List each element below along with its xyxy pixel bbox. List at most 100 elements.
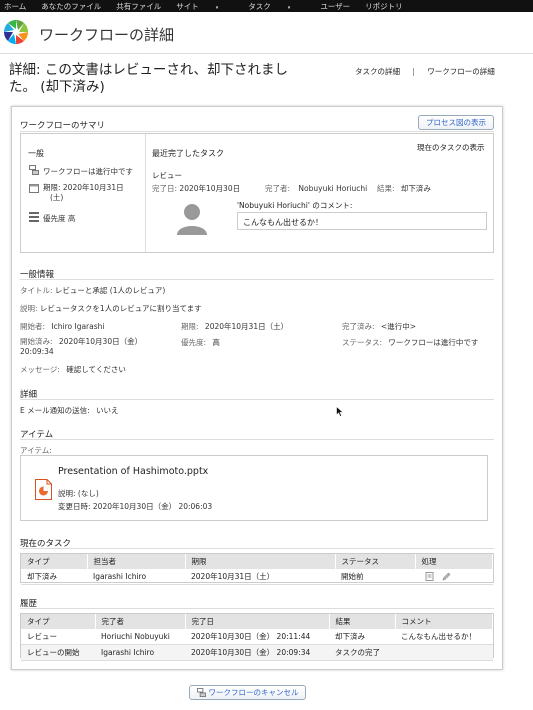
email-value: いいえ	[96, 406, 119, 415]
page-title-line-1: 詳細: この文書はレビューされ、却下されまし	[9, 62, 288, 78]
due-date-weekday: (土)	[50, 193, 64, 202]
task-details-link[interactable]: タスクの詳細	[355, 67, 400, 76]
priority-label: 優先度:	[181, 338, 207, 347]
edit-pencil-icon[interactable]	[442, 572, 451, 581]
column-header-completer[interactable]: 完了者	[95, 614, 186, 629]
info-status-row: ステータス: ワークフローは進行中です	[342, 337, 478, 348]
page-title-line-2: た。 (却下済み)	[9, 79, 105, 95]
cell-due: 2020年10月31日（土）	[185, 569, 335, 585]
item-file-name[interactable]: Presentation of Hashimoto.pptx	[58, 466, 208, 477]
workflow-detail-panel: ワークフローのサマリ プロセス図の表示 一般 ワークフローは進行中です 期限: …	[11, 106, 503, 670]
nav-my-files[interactable]: あなたのファイル	[41, 1, 101, 12]
page-header: ワークフローの詳細	[0, 12, 533, 54]
completed-value: 2020年10月30日	[179, 184, 241, 193]
status-value: ワークフローは進行中です	[388, 338, 479, 347]
info-title-row: タイトル: レビューと承認 (1人のレビュア)	[20, 285, 165, 296]
cell-type: レビュー	[21, 629, 95, 645]
chevron-down-icon: ▾	[215, 4, 219, 11]
top-navigation-bar: ホーム あなたのファイル 共有ファイル サイト ▾ タスク ▾ ユーザー リポジトリ	[0, 0, 533, 12]
comment-box: こんなもん出せるか！	[237, 212, 487, 230]
recent-task-result: 結果: 却下済み	[377, 183, 431, 194]
due-date-text: 期限: 2020年10月31日 (土)	[43, 183, 124, 203]
cell-actions	[415, 569, 493, 585]
pptx-file-icon	[35, 479, 52, 500]
workflow-status-text: ワークフローは進行中です	[43, 167, 133, 176]
table-header-row: タイプ 担当者 期限 ステータス 処理	[21, 554, 493, 569]
nav-users[interactable]: ユーザー	[320, 1, 350, 12]
cell-assignee: Igarashi Ichiro	[87, 569, 185, 585]
attached-item[interactable]: Presentation of Hashimoto.pptx 説明: (なし) …	[20, 455, 488, 521]
cell-completed-date: 2020年10月30日（金） 20:11:44	[185, 629, 329, 645]
column-header-type[interactable]: タイプ	[21, 614, 96, 629]
summary-box: 一般 ワークフローは進行中です 期限: 2020年10月31日 (土) 優先度 …	[20, 133, 494, 253]
cell-type: レビューの開始	[21, 644, 95, 661]
cell-comment: こんなもん出せるか！	[395, 629, 493, 645]
result-label: 結果:	[377, 184, 395, 193]
title-value: レビューと承認 (1人のレビュア)	[54, 286, 166, 295]
view-task-icon[interactable]	[425, 572, 434, 582]
app-logo-icon	[3, 19, 29, 45]
mouse-cursor-icon	[336, 406, 344, 417]
due-label: 期限:	[181, 322, 199, 331]
cell-type: 却下済み	[21, 569, 87, 585]
description-value: レビュータスクを1人のレビュアに割り当てます	[39, 304, 202, 313]
completed-label: 完了日:	[152, 184, 178, 193]
nav-tasks-label: タスク	[248, 1, 271, 11]
item-description: 説明: (なし)	[58, 489, 99, 498]
summary-section-title: ワークフローのサマリ	[20, 121, 106, 131]
due-value: 2020年10月31日（土）	[204, 322, 289, 331]
title-label: タイトル:	[20, 286, 53, 295]
nav-sites-label: サイト	[176, 1, 199, 11]
info-completed-row: 完了済み: <進行中>	[342, 321, 416, 332]
cell-result: 却下済み	[329, 629, 395, 645]
divider	[20, 399, 494, 400]
info-started-row: 開始済み: 2020年10月30日（金） 20:09:34	[20, 337, 142, 357]
column-header-assignee[interactable]: 担当者	[87, 554, 186, 569]
user-avatar-icon	[177, 204, 207, 235]
info-initiator-row: 開始者: Ichiro Igarashi	[20, 321, 104, 332]
column-header-result[interactable]: 結果	[329, 614, 396, 629]
started-label: 開始済み:	[20, 337, 53, 346]
completer-label: 完了者:	[265, 184, 291, 193]
initiator-value: Ichiro Igarashi	[51, 322, 105, 331]
info-priority-row: 優先度: 高	[181, 337, 220, 348]
column-header-completed-date[interactable]: 完了日	[185, 614, 330, 629]
info-description-row: 説明: レビュータスクを1人のレビュアに割り当てます	[20, 303, 202, 314]
started-value: 2020年10月30日（金）	[58, 337, 143, 346]
nav-sites[interactable]: サイト ▾	[176, 1, 233, 12]
priority-value: 高	[212, 338, 220, 347]
page-title: 詳細: この文書はレビューされ、却下されまし た。 (却下済み)	[9, 62, 329, 96]
column-header-status[interactable]: ステータス	[335, 554, 416, 569]
cell-completed-date: 2020年10月30日（金） 20:09:34	[185, 644, 329, 661]
completer-value: Nobuyuki Horiuchi	[298, 184, 368, 193]
general-title: 一般	[28, 149, 44, 158]
recent-task-name: レビュー	[152, 171, 182, 180]
table-header-row: タイプ 完了者 完了日 結果 コメント	[21, 614, 493, 629]
priority-icon	[29, 212, 39, 222]
cell-status: 開始前	[335, 569, 415, 585]
show-current-task-link[interactable]: 現在のタスクの表示	[417, 142, 485, 153]
column-header-comment[interactable]: コメント	[395, 614, 493, 629]
cancel-workflow-button[interactable]: ワークフローのキャンセル	[189, 685, 306, 700]
comment-label: 'Nobuyuki Horiuchi' のコメント:	[237, 201, 353, 210]
column-header-type[interactable]: タイプ	[21, 554, 88, 569]
nav-shared-files[interactable]: 共有ファイル	[116, 1, 161, 12]
divider	[20, 131, 494, 132]
table-row: レビューの開始 Igarashi Ichiro 2020年10月30日（金） 2…	[21, 644, 493, 661]
recent-task-title: 最近完了したタスク	[152, 149, 224, 158]
priority-text: 優先度 高	[43, 214, 76, 223]
due-date-label: 期限: 2020年10月31日	[43, 183, 124, 192]
history-table: タイプ 完了者 完了日 結果 コメント レビュー Horiuchi Nobuyu…	[21, 614, 493, 661]
current-tasks-table: タイプ 担当者 期限 ステータス 処理 却下済み Igarashi Ichiro…	[21, 554, 493, 585]
column-header-due[interactable]: 期限	[185, 554, 336, 569]
workflow-icon	[29, 165, 39, 175]
completed-label: 完了済み:	[342, 322, 375, 331]
show-process-diagram-button[interactable]: プロセス図の表示	[418, 115, 494, 130]
app-page-title: ワークフローの詳細	[39, 26, 175, 44]
nav-repository[interactable]: リポジトリ	[365, 1, 403, 12]
nav-tasks[interactable]: タスク ▾	[248, 1, 305, 12]
workflow-details-link[interactable]: ワークフローの詳細	[427, 67, 495, 76]
divider	[20, 439, 494, 440]
current-tasks-table-frame: タイプ 担当者 期限 ステータス 処理 却下済み Igarashi Ichiro…	[20, 553, 494, 585]
nav-home[interactable]: ホーム	[4, 1, 26, 12]
